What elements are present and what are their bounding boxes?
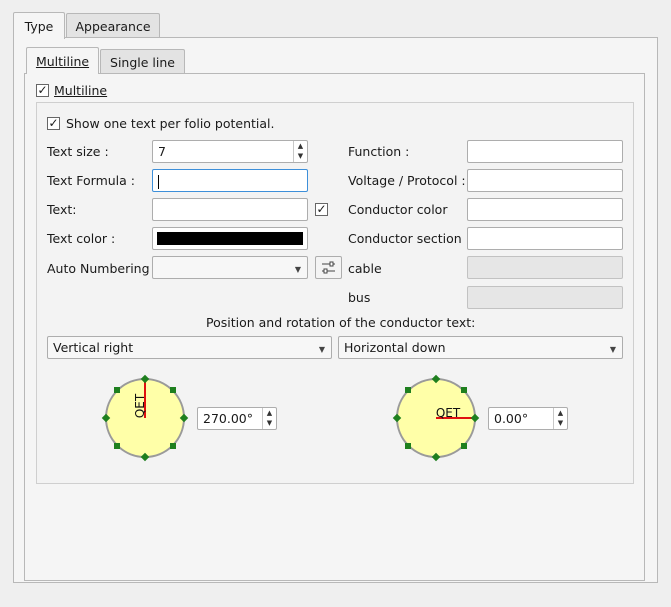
multiline-checkbox-label: Multiline [54,83,107,99]
text-cursor [158,174,159,189]
horizontal-angle-value: 0.00° [494,411,529,426]
text-size-spin-arrows-icon[interactable]: ▲ ▼ [293,141,307,162]
horizontal-angle-spinbox[interactable]: 0.00° ▲ ▼ [488,407,568,430]
horizontal-dial-text: QET [436,406,461,420]
text-color-swatch [157,232,303,245]
text-color-label: Text color : [47,231,116,246]
voltage-input[interactable] [467,169,623,192]
text-color-button[interactable] [152,227,308,250]
bus-label: bus [348,290,371,305]
chevron-down-icon: ▼ [318,345,325,354]
show-one-text-checkbox[interactable]: ✓ [47,117,60,130]
subtab-multiline-label: Multiline [35,53,90,69]
cable-input [467,256,623,279]
text-visible-checkbox[interactable]: ✓ [315,203,328,216]
position-heading: Position and rotation of the conductor t… [206,315,476,330]
bus-input [467,286,623,309]
show-one-text-label: Show one text per folio potential. [66,116,275,131]
tab-type-label: Type [24,18,54,34]
vertical-dial-text: QET [133,393,147,418]
subtab-single-line[interactable]: Single line [100,49,185,74]
text-formula-input[interactable] [152,169,308,192]
vertical-rotation-dial[interactable]: QET [100,374,190,462]
horizontal-position-value: Horizontal down [344,340,446,355]
multiline-checkbox-text: Multiline [54,83,108,98]
vertical-position-value: Vertical right [53,340,134,355]
conductor-color-label: Conductor color [348,202,448,217]
vertical-position-select[interactable]: Vertical right ▼ [47,336,332,359]
horizontal-position-select[interactable]: Horizontal down ▼ [338,336,623,359]
text-size-spinbox[interactable]: 7 ▲ ▼ [152,140,308,163]
tab-appearance[interactable]: Appearance [66,13,160,38]
multiline-checkbox[interactable]: ✓ [36,84,49,97]
function-label: Function : [348,144,410,159]
conductor-section-input[interactable] [467,227,623,250]
sliders-icon [322,261,335,274]
function-input[interactable] [467,140,623,163]
spin-arrows-icon[interactable]: ▲ ▼ [262,408,276,429]
auto-numbering-label: Auto Numbering [47,261,150,276]
text-formula-label: Text Formula : [47,173,135,188]
subtab-multiline[interactable]: Multiline [26,47,99,74]
vertical-angle-value: 270.00° [203,411,253,426]
auto-numbering-settings-button[interactable] [315,256,342,279]
voltage-label: Voltage / Protocol : [348,173,466,188]
chevron-down-icon: ▼ [609,345,616,354]
cable-label: cable [348,261,382,276]
vertical-angle-spinbox[interactable]: 270.00° ▲ ▼ [197,407,277,430]
conductor-section-label: Conductor section [348,231,462,246]
text-size-label: Text size : [47,144,109,159]
spin-arrows-icon[interactable]: ▲ ▼ [553,408,567,429]
tab-appearance-label: Appearance [75,18,151,34]
horizontal-rotation-dial[interactable]: QET [391,374,481,462]
subtab-single-line-label: Single line [110,54,175,70]
auto-numbering-select[interactable]: ▼ [152,256,308,279]
tab-type[interactable]: Type [13,12,65,39]
conductor-color-input[interactable] [467,198,623,221]
text-label: Text: [47,202,77,217]
chevron-down-icon: ▼ [294,265,301,274]
text-input[interactable] [152,198,308,221]
text-size-value: 7 [158,144,166,159]
